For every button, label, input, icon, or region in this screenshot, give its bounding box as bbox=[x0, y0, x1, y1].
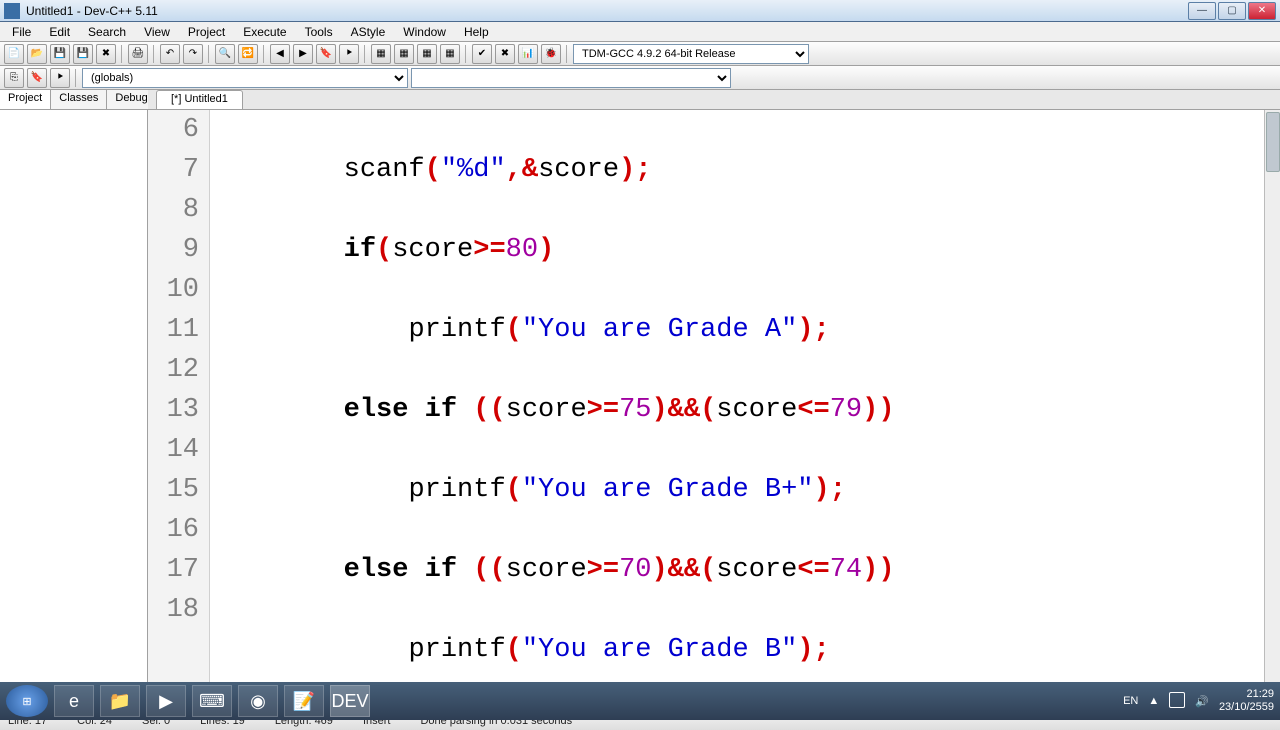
menu-view[interactable]: View bbox=[136, 23, 178, 41]
toolbar-main: 📄 📂 💾 💾 ✖ 🖨 ↶ ↷ 🔍 🔁 ◀ ▶ 🔖 ⯈ ▦ ▦ ▦ ▦ ✔ ✖ … bbox=[0, 42, 1280, 66]
code-body[interactable]: scanf("%d",&score); if(score>=80) printf… bbox=[210, 110, 1280, 688]
goto-icon[interactable]: ⯈ bbox=[339, 44, 359, 64]
line-number: 14 bbox=[148, 430, 199, 470]
redo-icon[interactable]: ↷ bbox=[183, 44, 203, 64]
vertical-scrollbar[interactable] bbox=[1264, 110, 1280, 688]
code-editor[interactable]: 6 7 8 9 10 11 12 13 14 15 16 17 18 scanf… bbox=[148, 110, 1280, 688]
window-buttons: — ▢ ✕ bbox=[1188, 2, 1276, 20]
line-number: 7 bbox=[148, 150, 199, 190]
tab-project[interactable]: Project bbox=[0, 90, 51, 109]
profile-icon[interactable]: 📊 bbox=[518, 44, 538, 64]
document-tabs: [*] Untitled1 bbox=[148, 90, 1280, 110]
close-button[interactable]: ✕ bbox=[1248, 2, 1276, 20]
scope-select[interactable]: (globals) bbox=[82, 68, 408, 88]
toolbar-sep bbox=[75, 69, 77, 87]
line-number: 17 bbox=[148, 550, 199, 590]
line-number: 13 bbox=[148, 390, 199, 430]
undo-icon[interactable]: ↶ bbox=[160, 44, 180, 64]
taskbar-chrome-icon[interactable]: ◉ bbox=[238, 685, 278, 717]
replace-icon[interactable]: 🔁 bbox=[238, 44, 258, 64]
toolbar-nav: ⎘ 🔖 ⯈ (globals) bbox=[0, 66, 1280, 90]
save-icon[interactable]: 💾 bbox=[50, 44, 70, 64]
taskbar-onscreen-kb-icon[interactable]: ⌨ bbox=[192, 685, 232, 717]
tray-flag-icon[interactable]: ▲ bbox=[1148, 695, 1159, 707]
taskbar-sticky-icon[interactable]: 📝 bbox=[284, 685, 324, 717]
taskbar: ⊞ e 📁 ▶ ⌨ ◉ 📝 DEV EN ▲ 🔊 21:29 23/10/255… bbox=[0, 682, 1280, 720]
find-icon[interactable]: 🔍 bbox=[215, 44, 235, 64]
line-number: 12 bbox=[148, 350, 199, 390]
bookmark-icon[interactable]: 🔖 bbox=[316, 44, 336, 64]
toolbar-sep bbox=[566, 45, 568, 63]
insert-icon[interactable]: ⎘ bbox=[4, 68, 24, 88]
member-select[interactable] bbox=[411, 68, 731, 88]
line-number: 15 bbox=[148, 470, 199, 510]
menu-astyle[interactable]: AStyle bbox=[343, 23, 394, 41]
menu-file[interactable]: File bbox=[4, 23, 39, 41]
document-tab[interactable]: [*] Untitled1 bbox=[156, 90, 243, 109]
run-icon[interactable]: ▦ bbox=[394, 44, 414, 64]
toolbar-sep bbox=[153, 45, 155, 63]
rebuild-icon[interactable]: ▦ bbox=[440, 44, 460, 64]
system-tray: EN ▲ 🔊 21:29 23/10/2559 bbox=[1123, 688, 1274, 714]
save-all-icon[interactable]: 💾 bbox=[73, 44, 93, 64]
debug-icon[interactable]: 🐞 bbox=[541, 44, 561, 64]
menu-tools[interactable]: Tools bbox=[297, 23, 341, 41]
tray-network-icon[interactable] bbox=[1169, 692, 1185, 711]
compile-run-icon[interactable]: ▦ bbox=[417, 44, 437, 64]
line-number: 8 bbox=[148, 190, 199, 230]
maximize-button[interactable]: ▢ bbox=[1218, 2, 1246, 20]
taskbar-ie-icon[interactable]: e bbox=[54, 685, 94, 717]
minimize-button[interactable]: — bbox=[1188, 2, 1216, 20]
line-gutter: 6 7 8 9 10 11 12 13 14 15 16 17 18 bbox=[148, 110, 210, 688]
line-number: 9 bbox=[148, 230, 199, 270]
side-tabs: Project Classes Debug bbox=[0, 90, 147, 110]
line-number: 6 bbox=[148, 110, 199, 150]
goto2-icon[interactable]: ⯈ bbox=[50, 68, 70, 88]
main-area: Project Classes Debug [*] Untitled1 6 7 … bbox=[0, 90, 1280, 688]
line-number: 11 bbox=[148, 310, 199, 350]
new-file-icon[interactable]: 📄 bbox=[4, 44, 24, 64]
back-icon[interactable]: ◀ bbox=[270, 44, 290, 64]
close-file-icon[interactable]: ✖ bbox=[96, 44, 116, 64]
tray-clock[interactable]: 21:29 23/10/2559 bbox=[1219, 688, 1274, 714]
start-button[interactable]: ⊞ bbox=[6, 685, 48, 717]
window-title: Untitled1 - Dev-C++ 5.11 bbox=[26, 4, 1188, 18]
compile-icon[interactable]: ▦ bbox=[371, 44, 391, 64]
line-number: 10 bbox=[148, 270, 199, 310]
menu-window[interactable]: Window bbox=[395, 23, 454, 41]
check-icon[interactable]: ✔ bbox=[472, 44, 492, 64]
toolbar-sep bbox=[121, 45, 123, 63]
bookmark2-icon[interactable]: 🔖 bbox=[27, 68, 47, 88]
open-file-icon[interactable]: 📂 bbox=[27, 44, 47, 64]
menu-help[interactable]: Help bbox=[456, 23, 497, 41]
menu-project[interactable]: Project bbox=[180, 23, 233, 41]
titlebar: Untitled1 - Dev-C++ 5.11 — ▢ ✕ bbox=[0, 0, 1280, 22]
forward-icon[interactable]: ▶ bbox=[293, 44, 313, 64]
scrollbar-thumb[interactable] bbox=[1266, 112, 1280, 172]
toolbar-sep bbox=[263, 45, 265, 63]
toolbar-sep bbox=[208, 45, 210, 63]
tab-classes[interactable]: Classes bbox=[51, 90, 107, 109]
taskbar-media-icon[interactable]: ▶ bbox=[146, 685, 186, 717]
line-number: 16 bbox=[148, 510, 199, 550]
menubar: File Edit Search View Project Execute To… bbox=[0, 22, 1280, 42]
compiler-select[interactable]: TDM-GCC 4.9.2 64-bit Release bbox=[573, 44, 809, 64]
taskbar-devcpp-icon[interactable]: DEV bbox=[330, 685, 370, 717]
toolbar-sep bbox=[364, 45, 366, 63]
menu-execute[interactable]: Execute bbox=[235, 23, 294, 41]
tray-volume-icon[interactable]: 🔊 bbox=[1195, 695, 1209, 708]
editor-pane: [*] Untitled1 6 7 8 9 10 11 12 13 14 15 … bbox=[148, 90, 1280, 688]
taskbar-explorer-icon[interactable]: 📁 bbox=[100, 685, 140, 717]
menu-search[interactable]: Search bbox=[80, 23, 134, 41]
cancel-icon[interactable]: ✖ bbox=[495, 44, 515, 64]
menu-edit[interactable]: Edit bbox=[41, 23, 78, 41]
toolbar-sep bbox=[465, 45, 467, 63]
side-panel: Project Classes Debug bbox=[0, 90, 148, 688]
line-number: 18 bbox=[148, 590, 199, 630]
app-icon bbox=[4, 3, 20, 19]
tray-lang[interactable]: EN bbox=[1123, 695, 1138, 707]
print-icon[interactable]: 🖨 bbox=[128, 44, 148, 64]
